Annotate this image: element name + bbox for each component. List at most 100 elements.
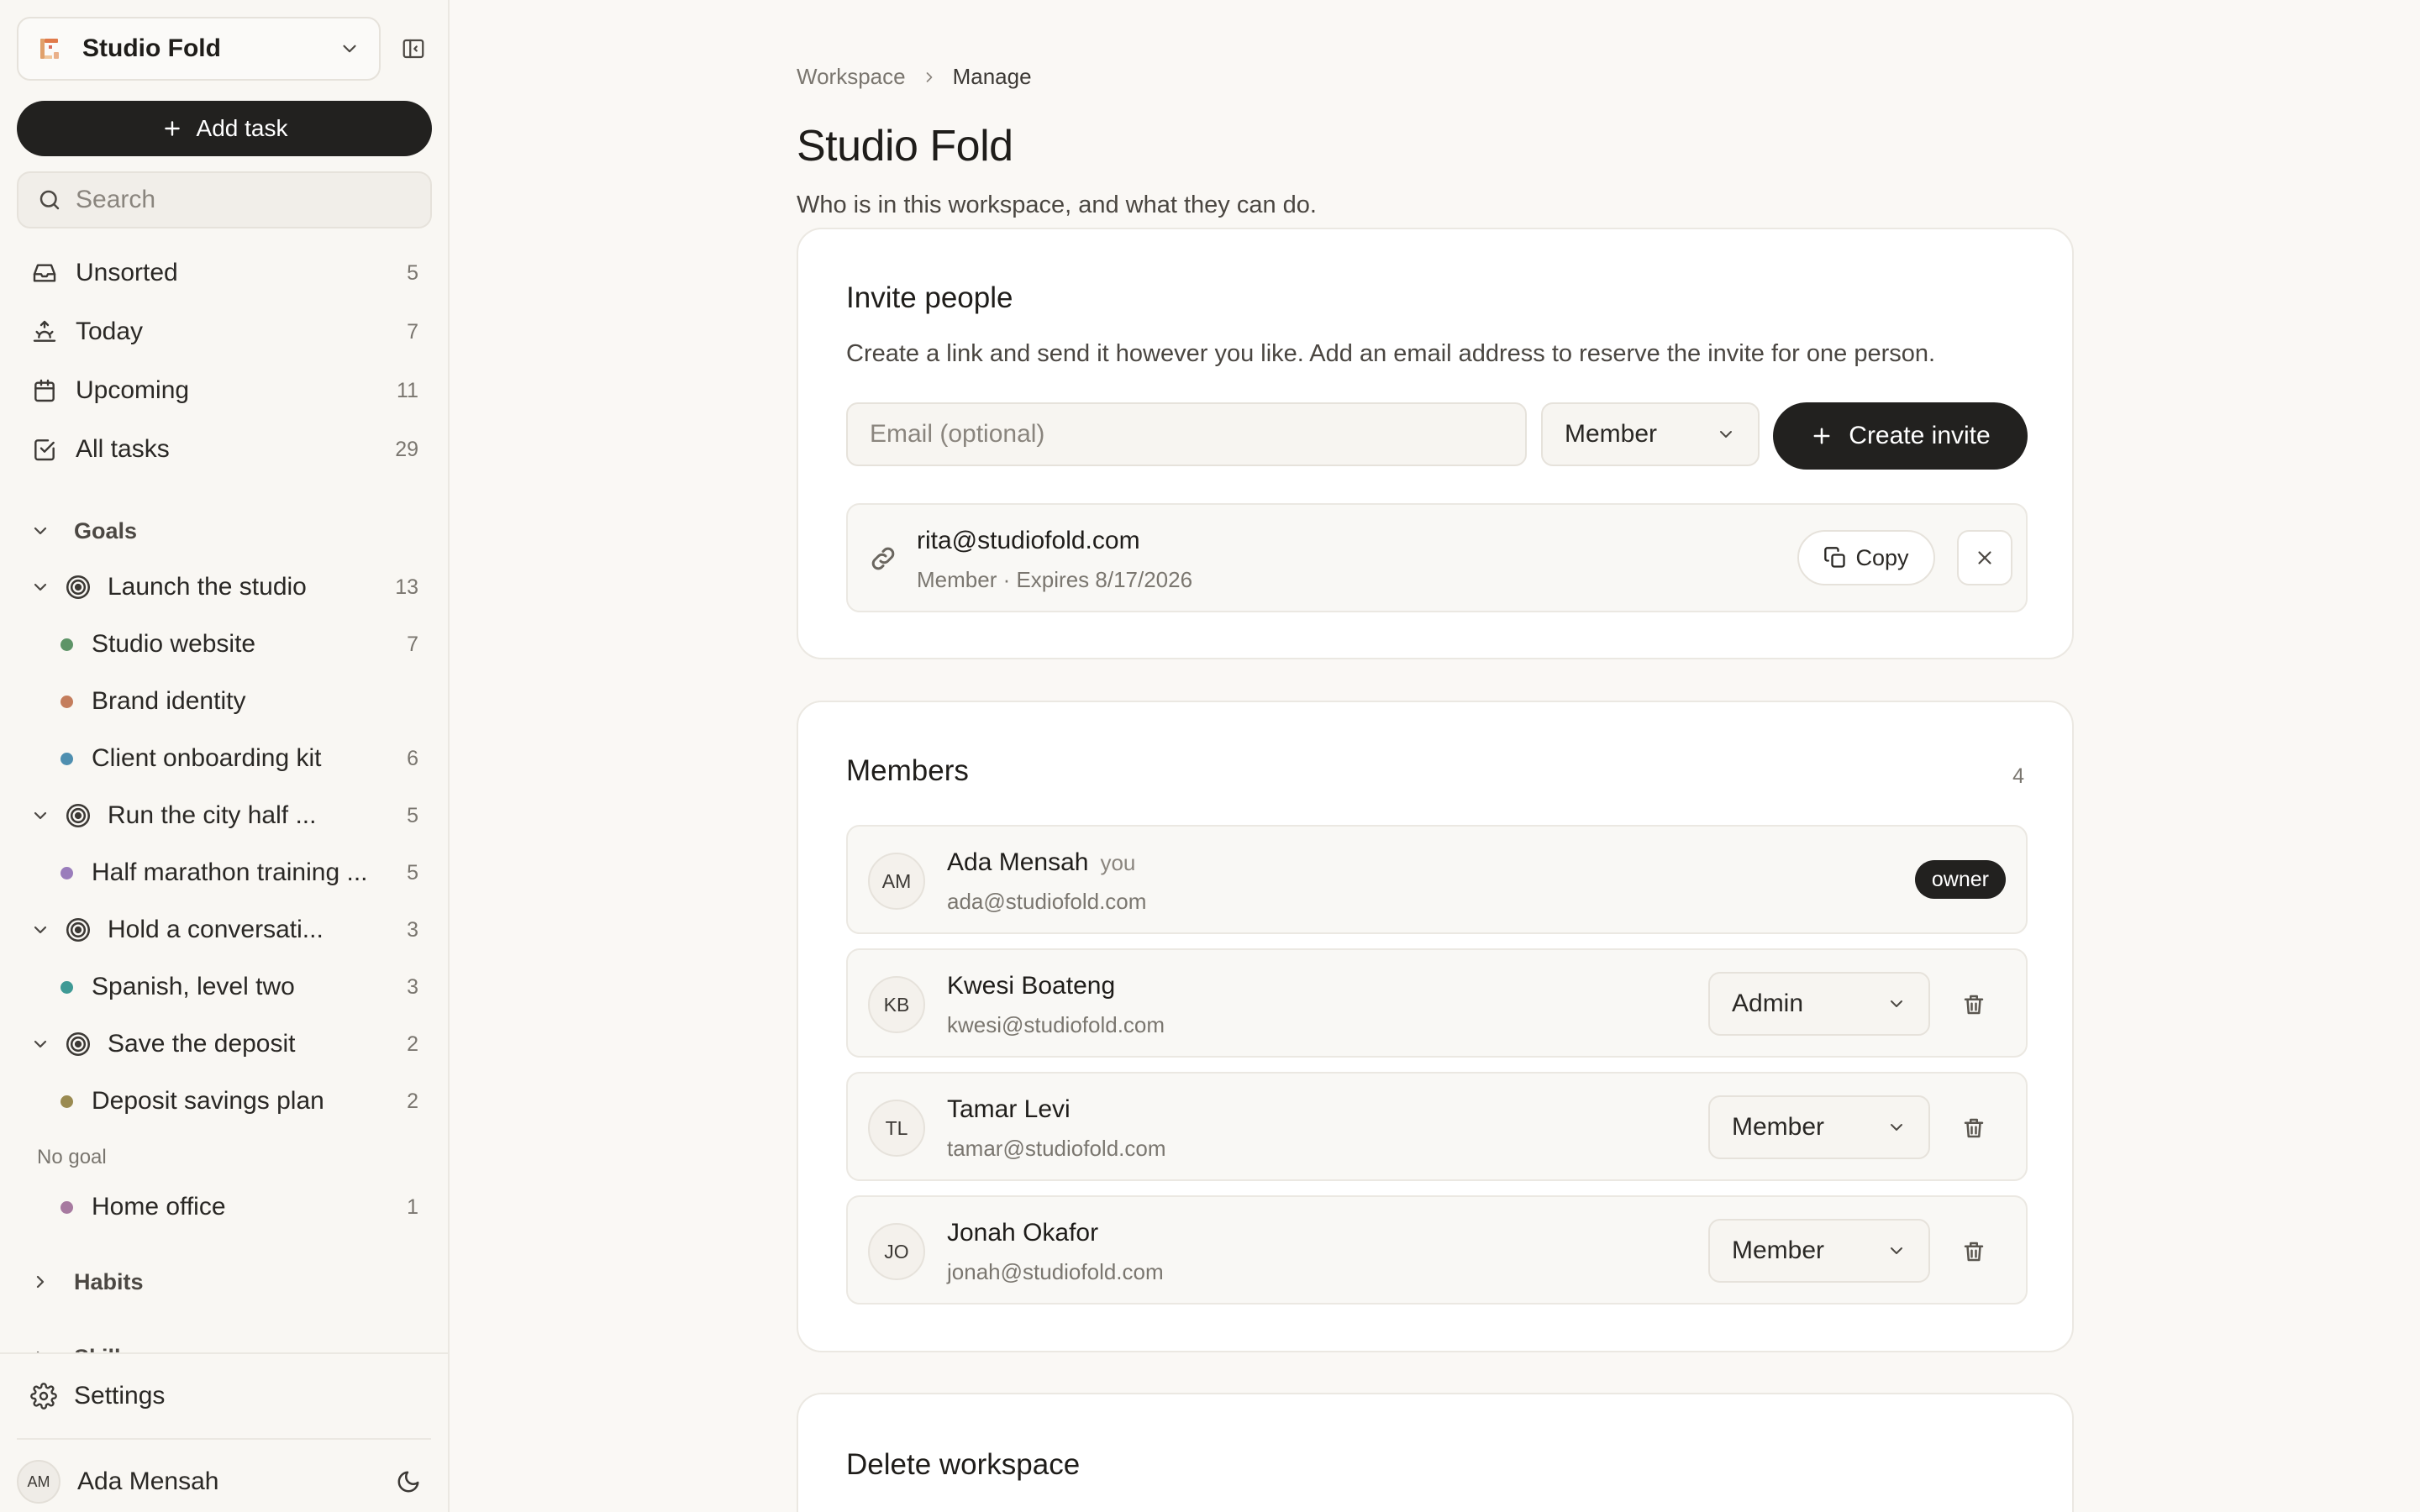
goal-count: 5 (407, 803, 418, 827)
search-icon (39, 190, 60, 210)
invite-role-select[interactable]: Member (1541, 402, 1760, 466)
pending-invite-row: rita@studiofold.com Member · Expires 8/1… (846, 503, 2028, 612)
avatar: KB (868, 976, 925, 1033)
user-row[interactable]: AM Ada Mensah (17, 1453, 432, 1510)
nav-item-label: Upcoming (76, 376, 190, 404)
project-label: Client onboarding kit (92, 744, 322, 772)
project-color-dot (60, 1095, 73, 1108)
nav-item-unsorted[interactable]: Unsorted 5 (17, 249, 432, 297)
remove-member-button[interactable] (1954, 984, 1994, 1025)
workspace-name: Studio Fold (82, 34, 221, 62)
section-habits-header[interactable]: Habits (17, 1260, 432, 1304)
member-role-select[interactable]: Member (1708, 1219, 1930, 1283)
project-label: Half marathon training ... (92, 858, 368, 886)
search-input[interactable] (76, 186, 412, 214)
project-count: 7 (407, 632, 418, 656)
project-label: Home office (92, 1193, 226, 1221)
chevron-down-icon (34, 1040, 47, 1048)
member-role-select[interactable]: Member (1708, 1095, 1930, 1159)
project-item-client-onboarding-kit[interactable]: Client onboarding kit 6 (17, 735, 432, 782)
project-color-dot (60, 752, 73, 765)
nav-item-label: All tasks (76, 435, 170, 463)
project-count: 6 (407, 746, 418, 770)
goal-label: Run the city half ... (108, 801, 317, 829)
nav-item-upcoming[interactable]: Upcoming 11 (17, 367, 432, 414)
plus-icon (1813, 428, 1830, 444)
goal-item-launch-the-studio[interactable]: Launch the studio 13 (17, 564, 432, 611)
chevron-right-icon (926, 71, 932, 82)
chevron-down-icon (343, 45, 356, 53)
member-email: ada@studiofold.com (947, 889, 1147, 914)
target-icon (66, 803, 91, 828)
member-email: tamar@studiofold.com (947, 1136, 1166, 1161)
copy-invite-button[interactable]: Copy (1797, 530, 1935, 585)
member-role-select[interactable]: Admin (1708, 972, 1930, 1036)
nav-item-count: 11 (397, 378, 418, 402)
remove-member-button[interactable] (1954, 1108, 1994, 1148)
goal-label: Save the deposit (108, 1030, 296, 1058)
theme-toggle-button[interactable] (392, 1465, 425, 1499)
project-item-spanish-level-two[interactable]: Spanish, level two 3 (17, 963, 432, 1011)
inbox-icon (30, 259, 59, 287)
target-icon (66, 1032, 91, 1057)
member-role-value: Member (1732, 1236, 1825, 1264)
breadcrumb: Workspace Manage (797, 64, 1032, 90)
project-item-studio-website[interactable]: Studio website 7 (17, 621, 432, 668)
nav-item-label: Today (76, 318, 144, 345)
goal-count: 3 (407, 917, 418, 942)
gear-icon (30, 1383, 57, 1410)
trash-icon (1964, 995, 1984, 1015)
goal-count: 2 (407, 1032, 418, 1056)
nav-item-all-tasks[interactable]: All tasks 29 (17, 426, 432, 473)
project-item-half-marathon-training[interactable]: Half marathon training ... 5 (17, 849, 432, 896)
project-label: Brand identity (92, 687, 246, 715)
member-row: KB Kwesi Boateng kwesi@studiofold.com Ad… (846, 948, 2028, 1058)
delete-workspace-card: Delete workspace (797, 1393, 2074, 1512)
project-color-dot (60, 695, 73, 708)
invite-email-input[interactable] (846, 402, 1527, 466)
nav-item-today[interactable]: Today 7 (17, 308, 432, 355)
check-square-icon (30, 435, 59, 464)
search-box[interactable] (17, 171, 432, 228)
sunrise-icon (30, 318, 59, 346)
chevron-down-icon (34, 527, 47, 535)
project-color-dot (60, 980, 73, 994)
project-item-brand-identity[interactable]: Brand identity (17, 678, 432, 725)
section-habits-label: Habits (74, 1268, 144, 1294)
nav-item-count: 5 (407, 260, 418, 285)
no-goal-label: No goal (37, 1146, 107, 1168)
member-row: JO Jonah Okafor jonah@studiofold.com Mem… (846, 1195, 2028, 1305)
remove-member-button[interactable] (1954, 1231, 1994, 1272)
project-count: 1 (407, 1194, 418, 1219)
breadcrumb-current: Manage (952, 64, 1032, 89)
member-name: Jonah Okafor (947, 1219, 1099, 1247)
avatar: AM (17, 1460, 60, 1504)
moon-icon (397, 1471, 419, 1493)
nav-item-count: 7 (407, 319, 418, 344)
settings-button[interactable]: Settings (17, 1373, 432, 1420)
delete-workspace-title: Delete workspace (846, 1448, 1081, 1481)
create-invite-button[interactable]: Create invite (1773, 402, 2028, 470)
plus-icon (164, 121, 180, 136)
member-email: jonah@studiofold.com (947, 1259, 1164, 1284)
project-item-deposit-savings-plan[interactable]: Deposit savings plan 2 (17, 1078, 432, 1125)
workspace-switcher[interactable]: Studio Fold (17, 17, 381, 81)
goal-label: Hold a conversati... (108, 916, 324, 943)
section-goals-header[interactable]: Goals (17, 509, 432, 553)
close-icon (1978, 551, 1991, 564)
goal-item-save-the-deposit[interactable]: Save the deposit 2 (17, 1021, 432, 1068)
divider (17, 1438, 431, 1440)
breadcrumb-workspace-link[interactable]: Workspace (797, 64, 906, 90)
target-icon (66, 917, 91, 942)
revoke-invite-button[interactable] (1957, 530, 2012, 585)
member-row: TL Tamar Levi tamar@studiofold.com Membe… (846, 1072, 2028, 1181)
chevron-down-icon (34, 811, 47, 820)
owner-badge: owner (1914, 860, 2006, 899)
page-subtitle: Who is in this workspace, and what they … (797, 192, 1317, 218)
add-task-button[interactable]: Add task (17, 101, 432, 156)
goal-item-run-the-city-half[interactable]: Run the city half ... 5 (17, 792, 432, 839)
collapse-sidebar-button[interactable] (397, 32, 430, 66)
project-item-home-office[interactable]: Home office 1 (17, 1184, 432, 1231)
pending-invite-email: rita@studiofold.com (917, 527, 1140, 554)
goal-item-hold-a-conversation[interactable]: Hold a conversati... 3 (17, 906, 432, 953)
